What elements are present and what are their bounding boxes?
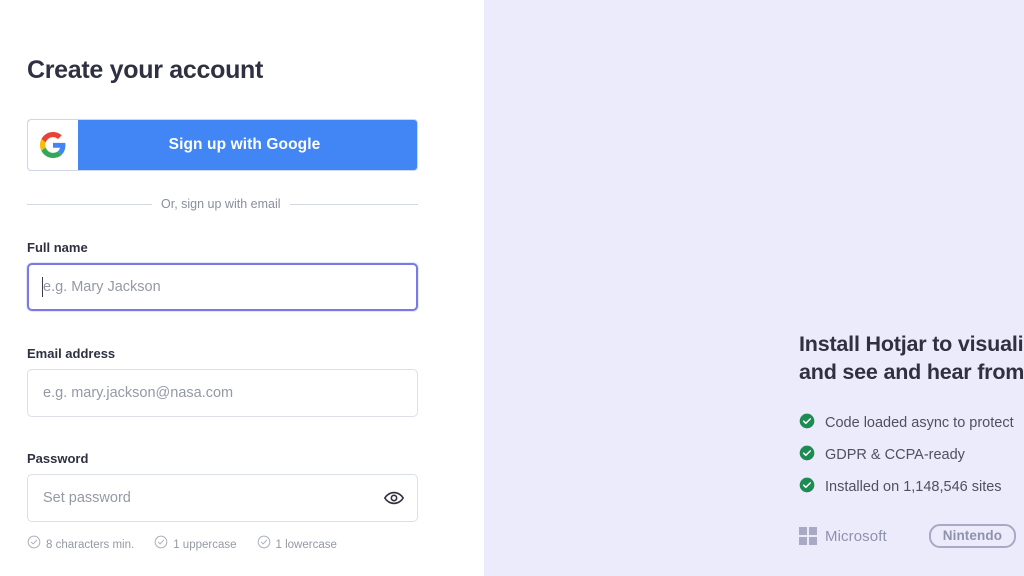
page-title: Create your account [27, 56, 264, 84]
sign-up-with-google-button[interactable]: Sign up with Google [27, 119, 418, 171]
customer-logos: Microsoft Nintendo [799, 524, 1017, 548]
nintendo-logo-label: Nintendo [942, 528, 1003, 543]
email-address-input-wrap [27, 369, 418, 417]
password-label: Password [27, 451, 89, 466]
full-name-input-wrap [27, 263, 418, 311]
divider-label: Or, sign up with email [161, 197, 281, 211]
password-requirements: 8 characters min. 1 uppercase 1 lowercas… [27, 535, 337, 554]
email-address-label: Email address [27, 346, 116, 361]
promo-benefit-list: Code loaded async to protect GDPR & CCPA… [799, 413, 1024, 498]
google-g-icon [28, 120, 78, 170]
check-circle-filled-icon [799, 477, 815, 498]
promo-heading-line-2: and see and hear from [799, 360, 1024, 385]
password-rule-label: 1 lowercase [275, 538, 337, 551]
divider-line-right [289, 203, 418, 205]
password-rule-min-length: 8 characters min. [27, 535, 134, 554]
check-circle-filled-icon [799, 445, 815, 466]
field-password: Password [27, 451, 418, 522]
password-input-wrap [27, 474, 418, 522]
text-caret [42, 277, 43, 297]
signup-page: Create your account Sign up with Google … [0, 0, 1024, 576]
password-input[interactable] [27, 474, 418, 522]
promo-content: Install Hotjar to visualize and see and … [799, 330, 1024, 509]
promo-benefit-label: Installed on 1,148,546 sites [825, 479, 1002, 496]
promo-benefit-item: Code loaded async to protect [799, 413, 1024, 434]
check-circle-outline-icon [154, 535, 168, 554]
password-rule-lowercase: 1 lowercase [257, 535, 337, 554]
nintendo-wordmark-icon: Nintendo [928, 524, 1017, 548]
check-circle-outline-icon [257, 535, 271, 554]
full-name-input[interactable] [27, 263, 418, 311]
field-full-name: Full name [27, 240, 418, 311]
full-name-label: Full name [27, 240, 88, 255]
signup-form-panel: Create your account Sign up with Google … [0, 0, 484, 576]
microsoft-squares-icon [799, 527, 817, 545]
divider: Or, sign up with email [27, 196, 418, 212]
promo-panel: Install Hotjar to visualize and see and … [484, 0, 1024, 576]
check-circle-filled-icon [799, 413, 815, 434]
microsoft-logo-label: Microsoft [825, 527, 887, 545]
field-email-address: Email address [27, 346, 418, 417]
divider-line-left [27, 203, 152, 205]
microsoft-logo: Microsoft [799, 527, 887, 545]
promo-benefit-label: GDPR & CCPA-ready [825, 447, 965, 464]
password-rule-label: 1 uppercase [173, 538, 237, 551]
google-button-label: Sign up with Google [168, 136, 321, 153]
password-rule-uppercase: 1 uppercase [154, 535, 237, 554]
promo-heading-line-1: Install Hotjar to visualize [799, 332, 1024, 356]
promo-benefit-item: Installed on 1,148,546 sites [799, 477, 1024, 498]
check-circle-outline-icon [27, 535, 41, 554]
promo-benefit-label: Code loaded async to protect [825, 415, 1014, 432]
eye-icon[interactable] [383, 487, 405, 509]
email-address-input[interactable] [27, 369, 418, 417]
password-rule-label: 8 characters min. [46, 538, 135, 551]
promo-benefit-item: GDPR & CCPA-ready [799, 445, 1024, 466]
